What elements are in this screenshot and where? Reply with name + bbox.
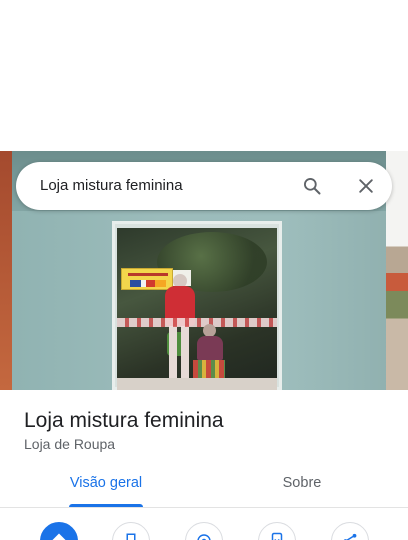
place-tabs: Visão geral Sobre — [0, 462, 408, 508]
close-icon[interactable] — [356, 176, 376, 196]
maps-place-screen: Loja mistura feminina Loja mistura femin… — [0, 0, 408, 540]
place-title: Loja mistura feminina — [24, 409, 224, 432]
directions-button[interactable] — [40, 522, 78, 540]
tab-about[interactable]: Sobre — [252, 462, 352, 506]
send-to-phone-icon — [271, 532, 283, 540]
share-icon — [343, 533, 357, 540]
place-category[interactable]: Loja de Roupa — [24, 435, 115, 453]
directions-icon — [52, 533, 66, 540]
search-icon[interactable] — [302, 176, 322, 196]
shop-window — [117, 228, 277, 390]
map-blank-area — [0, 0, 408, 151]
tab-overview-label: Visão geral — [69, 475, 143, 491]
nearby-icon — [197, 534, 211, 540]
save-button[interactable] — [112, 522, 150, 540]
payment-sign — [121, 268, 173, 290]
search-bar[interactable]: Loja mistura feminina — [16, 162, 392, 210]
action-buttons — [0, 520, 408, 540]
child-mannequin — [197, 336, 223, 360]
send-to-phone-button[interactable] — [258, 522, 296, 540]
tab-overview[interactable]: Visão geral — [56, 462, 156, 507]
tab-about-label: Sobre — [282, 475, 322, 491]
search-input[interactable]: Loja mistura feminina — [40, 162, 183, 210]
save-icon — [126, 533, 136, 540]
nearby-button[interactable] — [185, 522, 223, 540]
share-button[interactable] — [331, 522, 369, 540]
active-tab-indicator — [69, 504, 143, 507]
